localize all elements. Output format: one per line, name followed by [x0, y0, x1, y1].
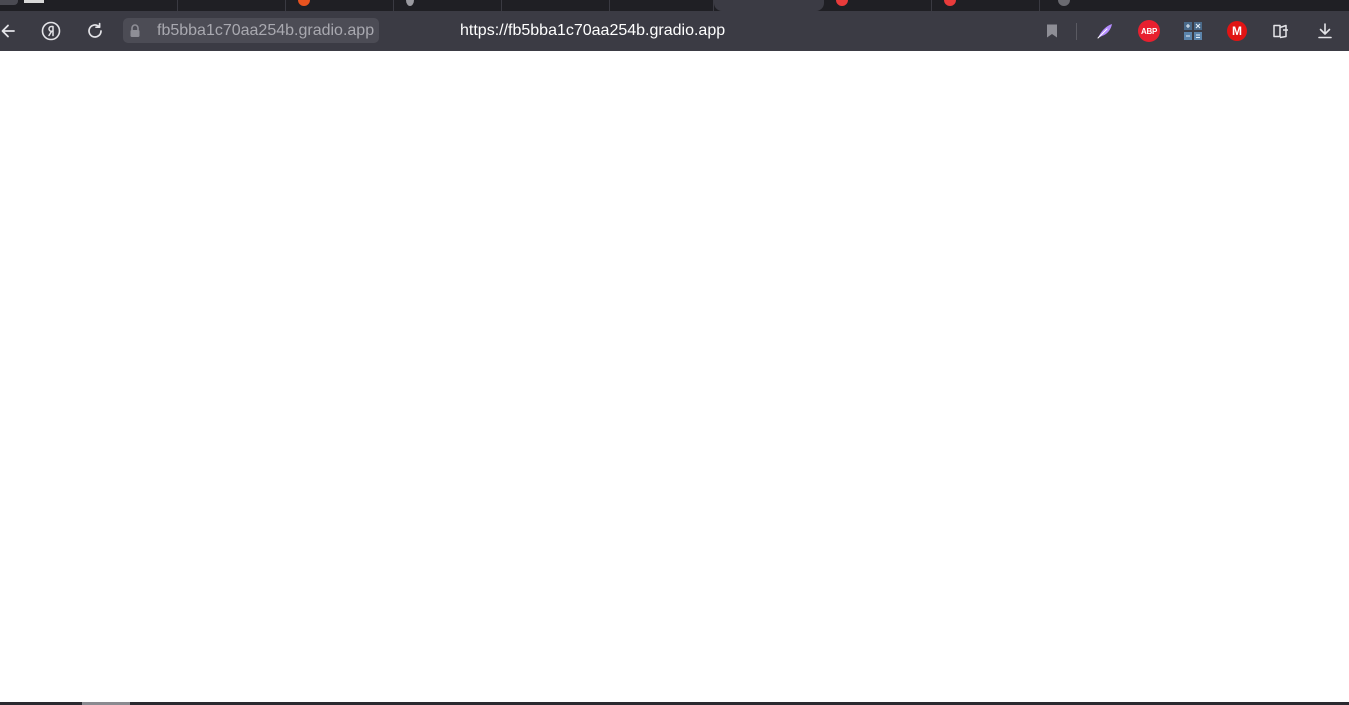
page-title: https://fb5bba1c70aa254b.gradio.app — [460, 22, 726, 39]
downloads-button[interactable] — [1314, 20, 1336, 42]
tab[interactable] — [502, 0, 610, 11]
tab[interactable] — [824, 0, 932, 11]
back-button[interactable] — [0, 19, 20, 43]
reload-button[interactable] — [83, 19, 107, 43]
tab[interactable] — [610, 0, 714, 11]
address-host-text[interactable]: fb5bba1c70aa254b.gradio.app — [157, 22, 374, 40]
lock-icon[interactable] — [128, 23, 142, 39]
tabs-list-icon[interactable] — [24, 0, 44, 3]
collections-icon — [1273, 24, 1288, 39]
tab[interactable] — [178, 0, 286, 11]
arrow-left-icon — [1, 24, 15, 38]
yandex-logo-icon — [41, 21, 61, 41]
feather-extension-button[interactable] — [1094, 20, 1116, 42]
download-icon — [1318, 23, 1332, 39]
mega-extension-button[interactable]: M — [1226, 20, 1248, 42]
tab-strip — [0, 0, 1349, 11]
tabs-menu-button[interactable] — [0, 0, 18, 5]
tab-favicon-icon — [298, 0, 310, 6]
tab[interactable] — [394, 0, 502, 11]
adblock-label: ABP — [1141, 26, 1157, 36]
bookmark-icon — [1047, 24, 1057, 38]
yandex-button[interactable] — [39, 19, 63, 43]
adblock-extension-button[interactable]: ABP — [1138, 20, 1160, 42]
tab[interactable] — [286, 0, 394, 11]
toolbar-divider — [1076, 23, 1077, 40]
adblock-plus-icon: ABP — [1138, 20, 1160, 42]
browser-toolbar: fb5bba1c70aa254b.gradio.app https://fb5b… — [0, 11, 1349, 51]
calculator-icon — [1184, 22, 1202, 40]
page-content — [0, 51, 1349, 702]
browser-window: fb5bba1c70aa254b.gradio.app https://fb5b… — [0, 0, 1349, 705]
tab[interactable] — [932, 0, 1040, 11]
tab[interactable] — [56, 0, 178, 11]
mega-label: M — [1232, 24, 1242, 38]
tab[interactable] — [1040, 0, 1148, 11]
calculator-extension-button[interactable] — [1182, 20, 1204, 42]
tab-favicon-icon — [1058, 0, 1070, 6]
feather-icon — [1097, 24, 1112, 39]
tab-favicon-icon — [836, 0, 848, 6]
bookmark-button[interactable] — [1040, 19, 1064, 43]
reload-icon — [88, 22, 102, 38]
tab-favicon-icon — [944, 0, 956, 6]
tab-favicon-icon — [406, 0, 414, 6]
collections-button[interactable] — [1270, 20, 1292, 42]
tab-active[interactable] — [714, 0, 824, 11]
mega-icon: M — [1227, 21, 1247, 41]
